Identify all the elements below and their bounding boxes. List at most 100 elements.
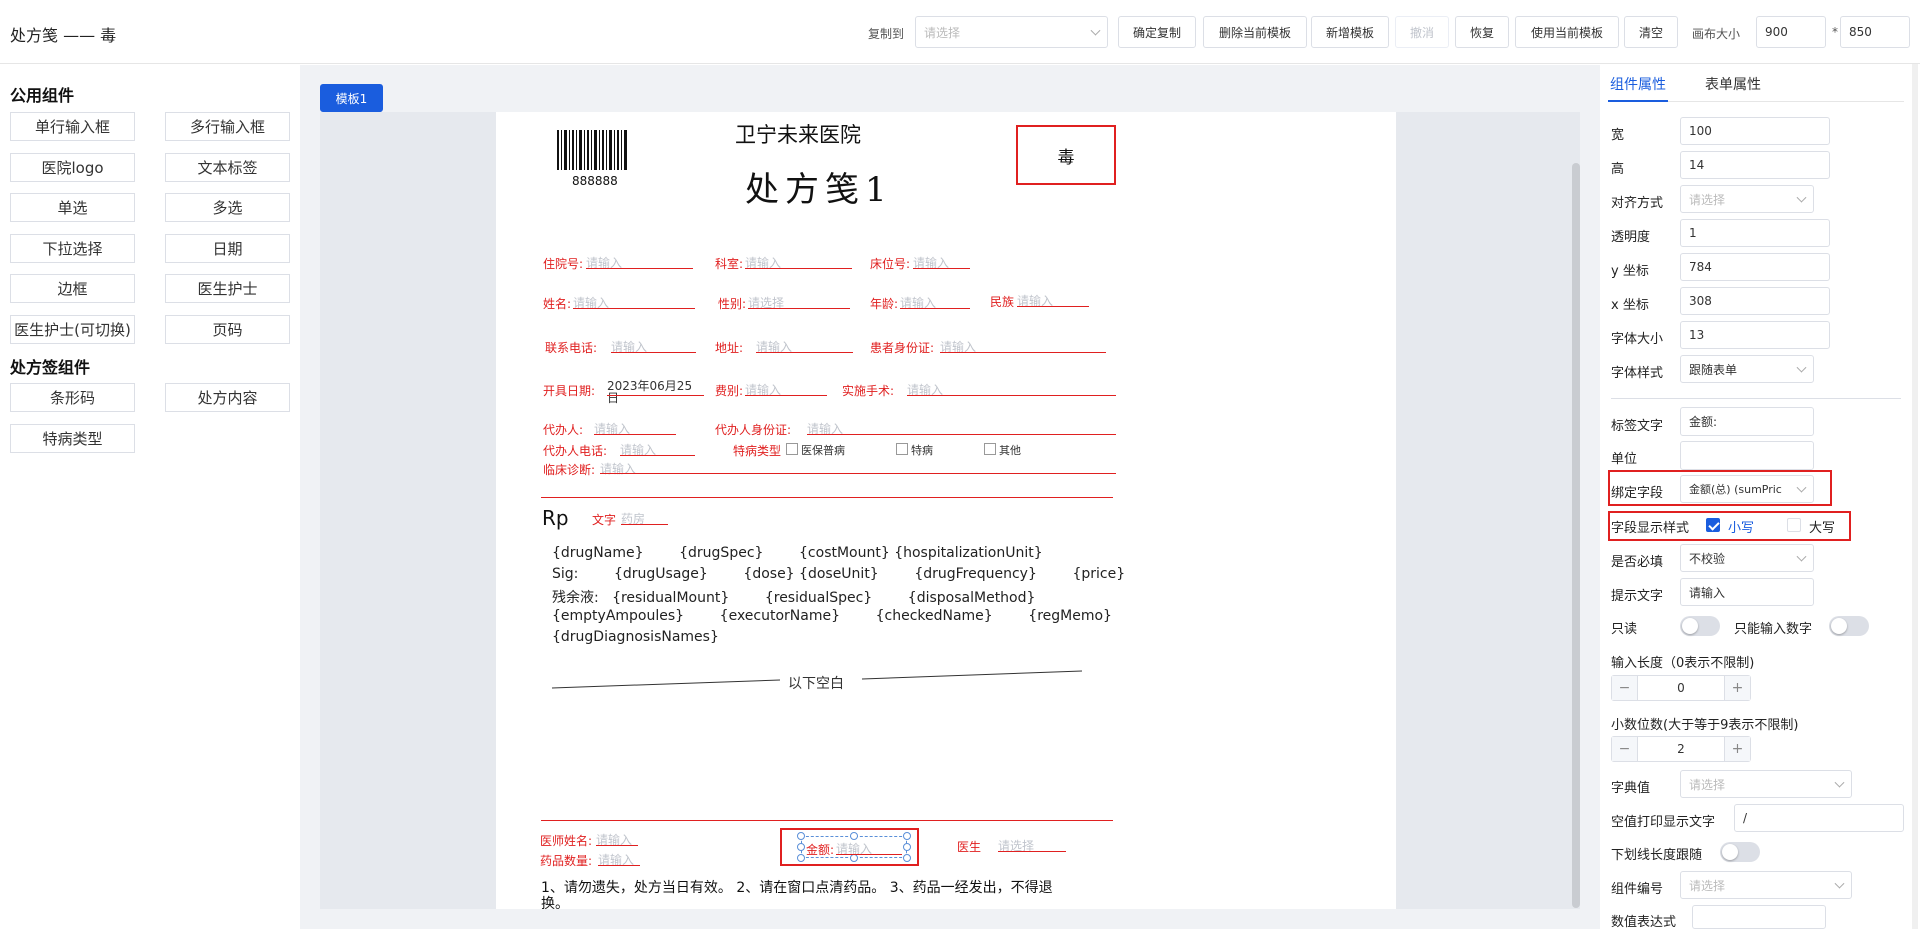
opacity-input[interactable]: 1 [1680,219,1830,247]
minus-icon[interactable]: − [1612,676,1638,700]
plus-icon[interactable]: + [1724,676,1750,700]
component-no-label: 组件编号 [1611,882,1664,897]
decimals-stepper[interactable]: − 2 + [1611,736,1751,762]
notice-text-line2[interactable]: 换。 [541,893,569,913]
resize-handle[interactable] [850,832,858,840]
poison-label[interactable]: 毒 [1016,125,1116,185]
component-barcode[interactable]: 条形码 [10,383,135,412]
rp-label[interactable]: Rp [542,506,569,530]
confirm-copy-button[interactable]: 确定复制 [1118,16,1196,48]
style-upper-checkbox[interactable] [1787,518,1801,532]
underline [748,308,850,309]
resize-handle[interactable] [903,854,911,862]
value-expr-input[interactable] [1692,905,1826,929]
copy-to-select[interactable]: 请选择 [915,16,1108,48]
component-page-number[interactable]: 页码 [165,315,290,344]
rx-components-title: 处方签组件 [10,358,91,377]
readonly-toggle[interactable] [1680,616,1720,636]
public-components-title: 公用组件 [10,86,75,105]
component-disease-type[interactable]: 特病类型 [10,424,135,453]
font-size-input[interactable]: 13 [1680,321,1830,349]
fee-type-label: 费别: [715,384,744,398]
component-doctor-nurse[interactable]: 医生护士 [165,274,290,303]
text-label: 文字 [592,513,617,527]
underline [594,434,676,435]
chevron-down-icon [1796,362,1807,373]
required-select[interactable]: 不校验 [1680,544,1814,572]
empty-print-input[interactable]: / [1734,804,1904,832]
align-select[interactable]: 请选择 [1680,185,1814,213]
canvas-height-input[interactable]: 850 [1840,16,1910,48]
notice-text-line1[interactable]: 1、请勿遗失，处方当日有效。 2、请在窗口点清药品。 3、药品一经发出，不得退 [541,877,1053,897]
hospital-name[interactable]: 卫宁未来医院 [735,119,861,149]
font-style-select[interactable]: 跟随表单 [1680,355,1814,383]
undo-button[interactable]: 撤消 [1395,16,1449,48]
dict-select[interactable]: 请选择 [1680,770,1852,798]
barcode-icon[interactable] [557,130,629,170]
plus-icon[interactable]: + [1724,737,1750,761]
height-input[interactable]: 14 [1680,151,1830,179]
department-label: 科室: [715,257,744,271]
rx-content-line[interactable]: 残余液: {residualMount} {residualSpec} {dis… [552,587,1035,607]
age-label: 年龄: [870,297,899,311]
disease-option-checkbox[interactable] [896,443,908,455]
label-text-input[interactable]: 金额: [1680,407,1814,436]
disease-option-label: 其他 [999,444,1021,457]
rx-content-line[interactable]: {drugDiagnosisNames} [552,629,719,645]
section-divider [541,497,1113,498]
add-template-button[interactable]: 新增模板 [1311,16,1389,48]
underline-follow-toggle[interactable] [1720,842,1760,862]
rx-content-line[interactable]: {emptyAmpoules} {executorName} {checkedN… [552,608,1112,624]
component-hospital-logo[interactable]: 医院logo [10,153,135,182]
canvas-scrollbar[interactable] [1572,163,1580,908]
y-input[interactable]: 784 [1680,253,1830,281]
clear-button[interactable]: 清空 [1624,16,1678,48]
disease-option-checkbox[interactable] [984,443,996,455]
component-single-input[interactable]: 单行输入框 [10,112,135,141]
component-rx-content[interactable]: 处方内容 [165,383,290,412]
delete-template-button[interactable]: 删除当前模板 [1203,16,1307,48]
input-length-value[interactable]: 0 [1638,676,1724,700]
resize-handle[interactable] [903,843,911,851]
redo-button[interactable]: 恢复 [1455,16,1509,48]
resize-handle[interactable] [797,832,805,840]
resize-handle[interactable] [903,832,911,840]
component-no-select[interactable]: 请选择 [1680,871,1852,899]
rx-content-line[interactable]: {drugName} {drugSpec} {costMount} {hospi… [552,545,1043,561]
component-border[interactable]: 边框 [10,274,135,303]
blank-text[interactable]: 以下空白 [788,673,844,693]
component-dropdown[interactable]: 下拉选择 [10,234,135,263]
tab-template-1[interactable]: 模板1 [320,84,383,112]
rx-title[interactable]: 处方笺1 [745,162,893,211]
component-doctor-nurse-switchable[interactable]: 医生护士(可切换) [10,315,135,344]
use-template-button[interactable]: 使用当前模板 [1515,16,1619,48]
minus-icon[interactable]: − [1612,737,1638,761]
component-multi-input[interactable]: 多行输入框 [165,112,290,141]
bed-no-label: 床位号: [870,257,911,271]
decimals-value[interactable]: 2 [1638,737,1724,761]
tab-form-props[interactable]: 表单属性 [1705,74,1761,94]
diagnosis-input[interactable]: 请输入 [600,460,636,477]
numeric-only-toggle[interactable] [1829,616,1869,636]
component-date[interactable]: 日期 [165,234,290,263]
width-input[interactable]: 100 [1680,117,1830,145]
canvas-width-input[interactable]: 900 [1756,16,1826,48]
resize-handle[interactable] [797,854,805,862]
bind-field-value: 金额(总) (sumPric [1689,483,1782,496]
resize-handle[interactable] [797,843,805,851]
hint-input[interactable]: 请输入 [1680,578,1814,606]
x-input[interactable]: 308 [1680,287,1830,315]
disease-option-checkbox[interactable] [786,443,798,455]
rx-content-line[interactable]: Sig: {drugUsage} {dose} {doseUnit} {drug… [552,566,1125,582]
unit-input[interactable] [1680,441,1814,470]
panel-scrollbar[interactable] [1912,64,1918,929]
input-length-stepper[interactable]: − 0 + [1611,675,1751,701]
component-text-label[interactable]: 文本标签 [165,153,290,182]
open-date-value[interactable]: 2023年06月25日 [607,380,703,404]
style-lower-checkbox[interactable] [1706,518,1720,532]
component-no-placeholder: 请选择 [1689,878,1726,893]
bind-field-select[interactable]: 金额(总) (sumPric [1680,475,1814,503]
component-checkbox[interactable]: 多选 [165,193,290,222]
component-radio[interactable]: 单选 [10,193,135,222]
tab-component-props[interactable]: 组件属性 [1610,74,1666,94]
